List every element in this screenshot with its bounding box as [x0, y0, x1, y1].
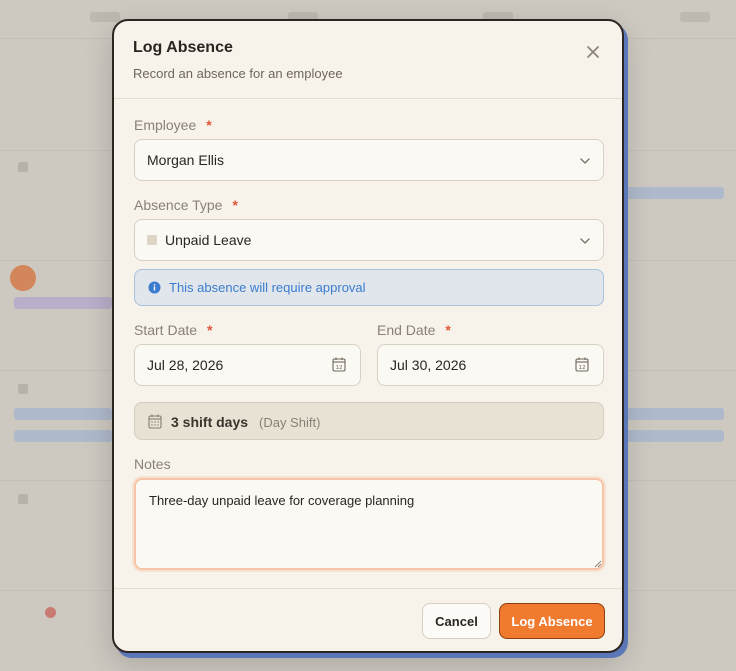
- close-button[interactable]: [584, 43, 602, 61]
- absence-type-label-text: Absence Type: [134, 197, 223, 213]
- employee-select[interactable]: Morgan Ellis: [134, 139, 604, 181]
- start-date-label: Start Date *: [134, 322, 212, 338]
- absence-type-label: Absence Type *: [134, 197, 238, 213]
- notes-textarea[interactable]: Three-day unpaid leave for coverage plan…: [134, 478, 604, 570]
- notes-label: Notes: [134, 456, 171, 472]
- svg-text:12: 12: [336, 365, 343, 371]
- close-icon: [587, 46, 599, 58]
- shift-summary: 3 shift days (Day Shift): [134, 402, 604, 440]
- dialog-subtitle: Record an absence for an employee: [133, 66, 343, 81]
- calendar-event-chip: [14, 430, 112, 442]
- required-mark: *: [232, 197, 238, 213]
- dialog-header: Log Absence Record an absence for an emp…: [114, 21, 622, 99]
- calendar-day-number: [18, 384, 28, 394]
- svg-text:12: 12: [579, 365, 586, 371]
- resize-grip-icon[interactable]: [594, 560, 602, 568]
- chevron-down-icon: [580, 238, 590, 244]
- calendar-avatar: [10, 265, 36, 291]
- absence-type-value: Unpaid Leave: [165, 232, 252, 248]
- dialog-footer: Cancel Log Absence: [114, 588, 622, 651]
- calendar-day-number: [18, 494, 28, 504]
- start-date-value: Jul 28, 2026: [147, 357, 224, 373]
- required-mark: *: [445, 322, 451, 338]
- calendar-days-icon: [148, 414, 162, 429]
- calendar-day-number: [18, 162, 28, 172]
- required-mark: *: [207, 322, 213, 338]
- start-date-label-text: Start Date: [134, 322, 198, 338]
- end-date-input[interactable]: Jul 30, 2026 12: [377, 344, 604, 386]
- employee-label: Employee *: [134, 117, 212, 133]
- required-mark: *: [206, 117, 212, 133]
- approval-notice-text: This absence will require approval: [169, 280, 366, 295]
- end-date-label: End Date *: [377, 322, 451, 338]
- dialog-title: Log Absence: [133, 39, 233, 56]
- shift-days-count: 3 shift days: [171, 414, 249, 430]
- cancel-button[interactable]: Cancel: [422, 603, 491, 639]
- calendar-icon[interactable]: 12: [575, 357, 589, 372]
- chevron-down-icon: [580, 158, 590, 164]
- log-absence-dialog: Log Absence Record an absence for an emp…: [112, 19, 624, 653]
- employee-value: Morgan Ellis: [147, 152, 225, 168]
- shift-type: (Day Shift): [259, 415, 321, 430]
- start-date-input[interactable]: Jul 28, 2026 12: [134, 344, 361, 386]
- absence-type-swatch: [147, 235, 157, 245]
- calendar-event-chip: [624, 430, 724, 442]
- calendar-event-chip: [14, 297, 112, 309]
- calendar-event-chip: [14, 408, 112, 420]
- absence-type-select[interactable]: Unpaid Leave: [134, 219, 604, 261]
- calendar-event-chip: [624, 408, 724, 420]
- calendar-event-chip: [624, 187, 724, 199]
- approval-notice: This absence will require approval: [134, 269, 604, 306]
- log-absence-button[interactable]: Log Absence: [499, 603, 605, 639]
- end-date-label-text: End Date: [377, 322, 436, 338]
- legend-dot: [45, 607, 56, 618]
- calendar-column-header: [680, 12, 710, 22]
- end-date-value: Jul 30, 2026: [390, 357, 467, 373]
- employee-label-text: Employee: [134, 117, 197, 133]
- info-icon: [148, 281, 161, 294]
- calendar-icon[interactable]: 12: [332, 357, 346, 372]
